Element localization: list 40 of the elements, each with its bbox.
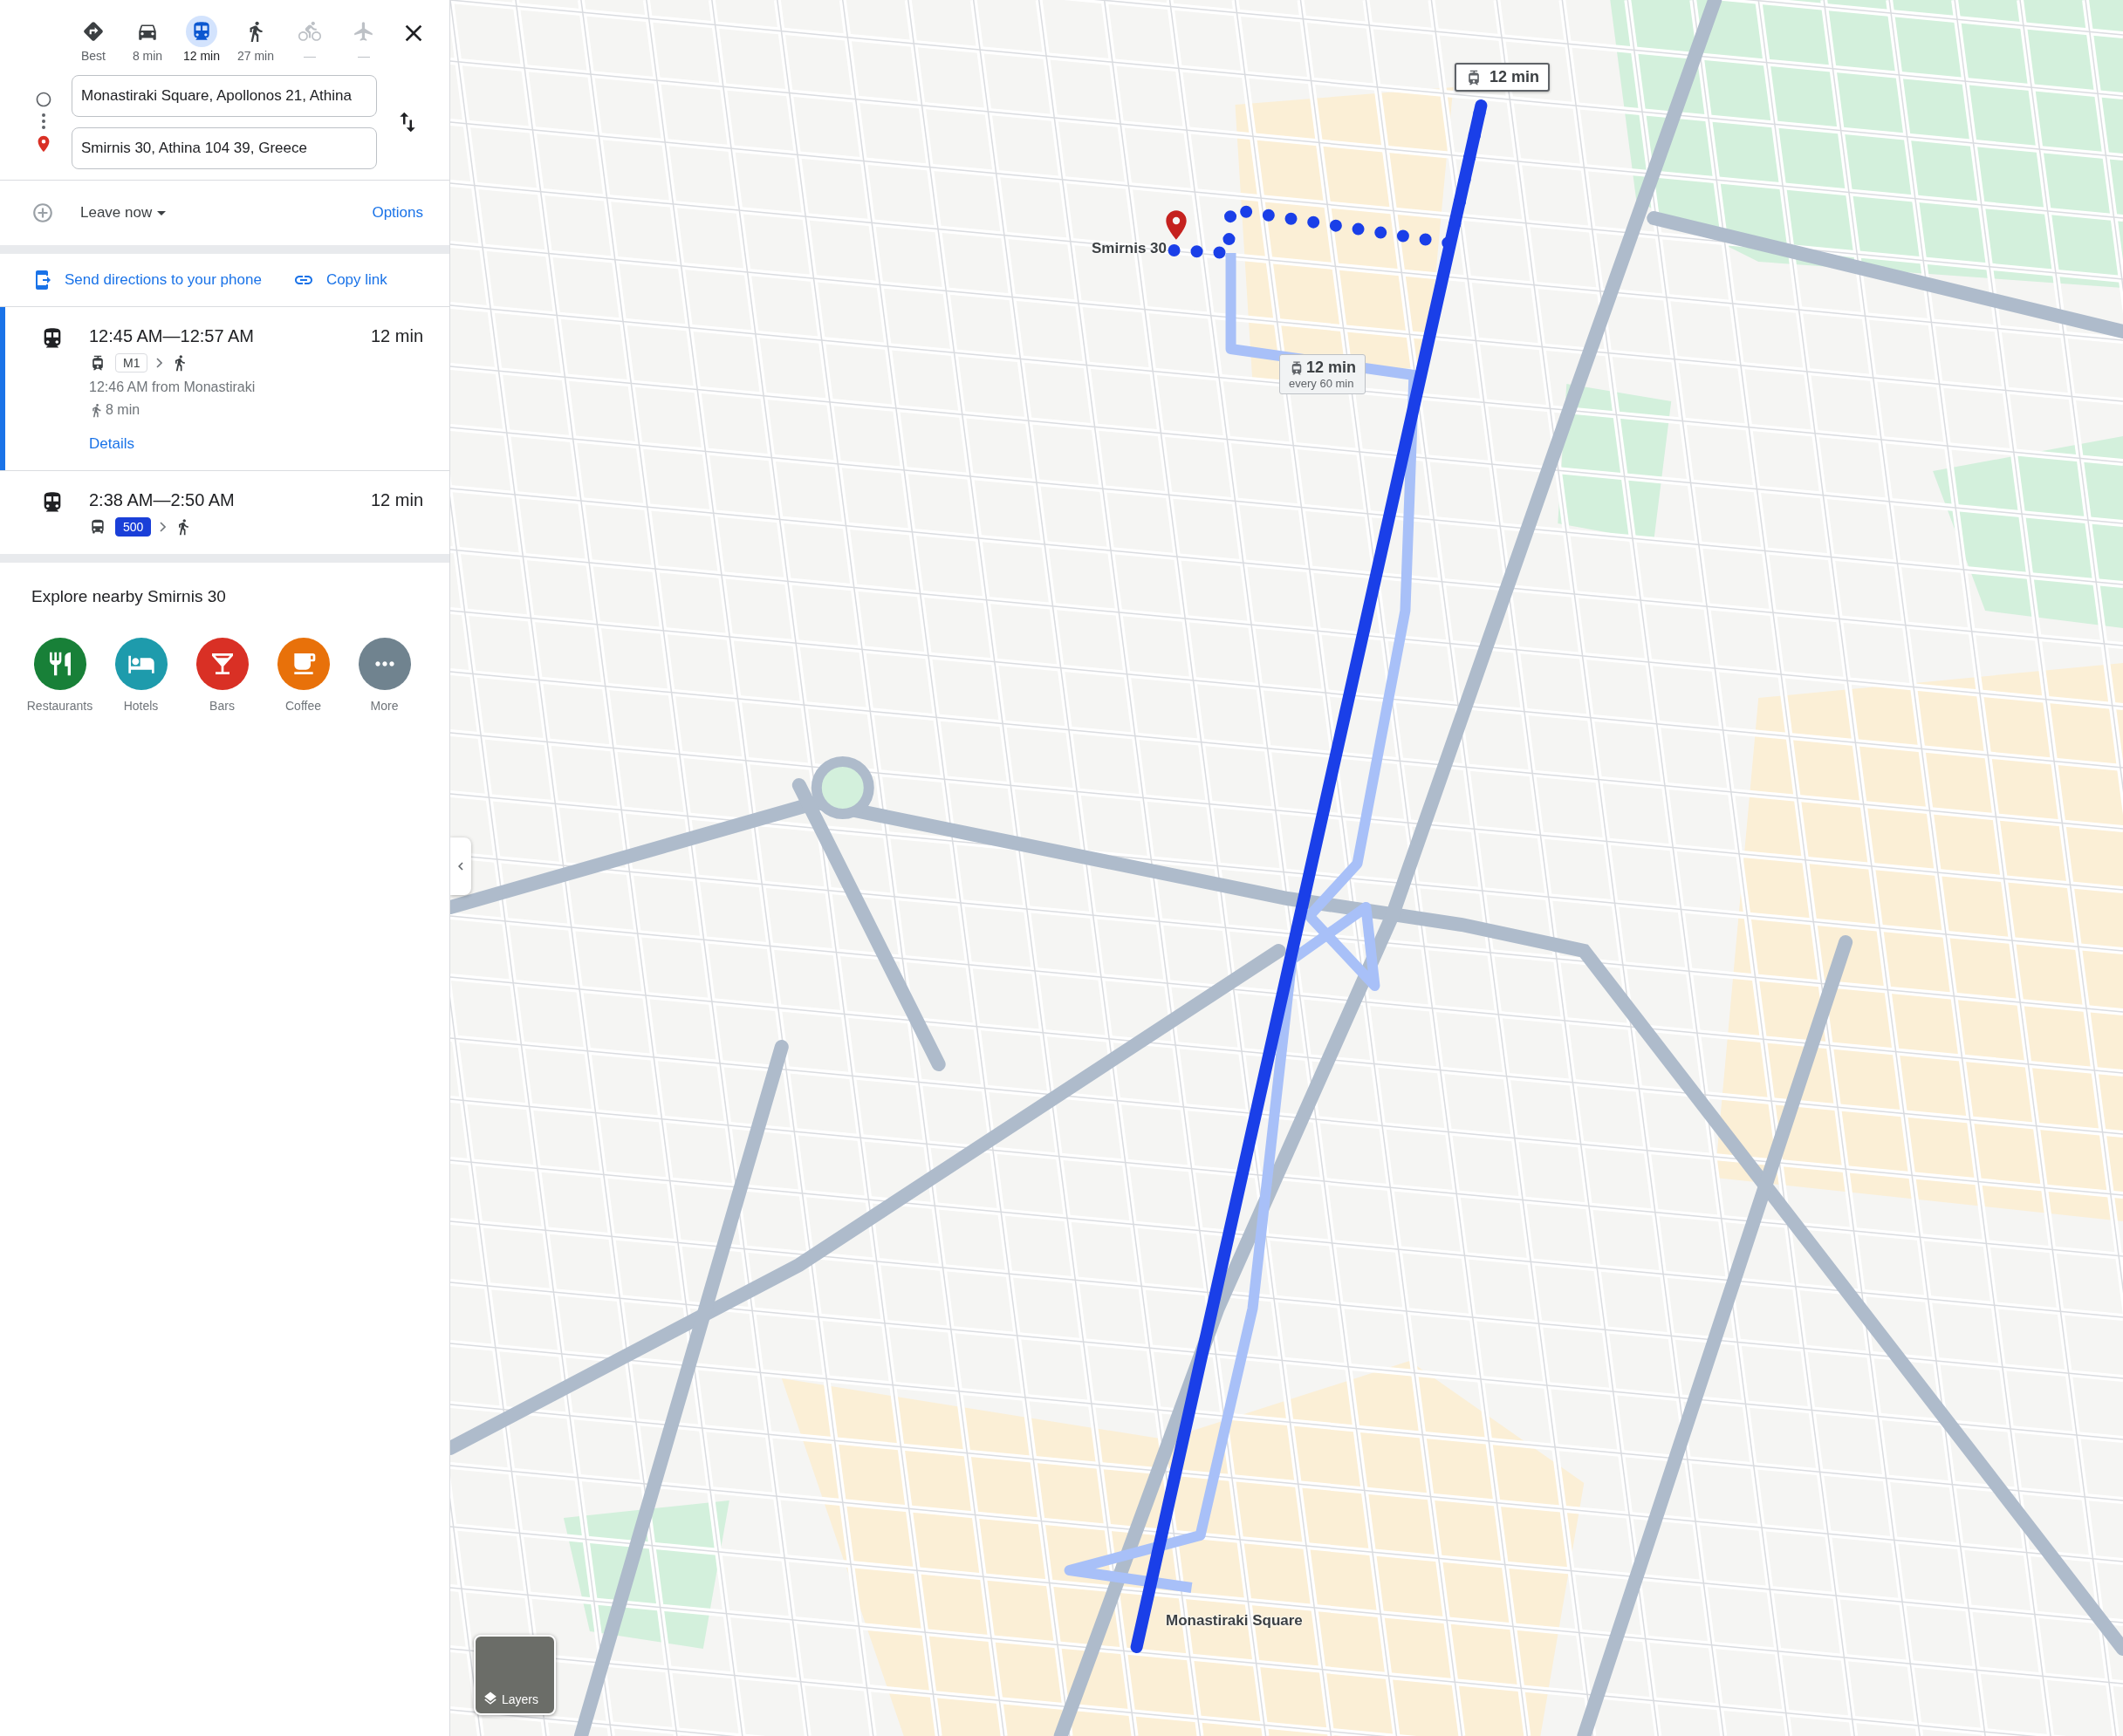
layers-button[interactable]: Layers: [474, 1635, 556, 1715]
origin-label: Monastiraki Square: [1166, 1612, 1303, 1630]
send-to-phone-link[interactable]: Send directions to your phone: [31, 270, 262, 290]
travel-mode-tab[interactable]: 27 min: [229, 16, 283, 63]
origin-field[interactable]: Monastiraki Square, Apollonos 21, Athina: [72, 75, 377, 117]
destination-field[interactable]: Smirnis 30, Athina 104 39, Greece: [72, 127, 377, 169]
leave-now-dropdown[interactable]: Leave now: [80, 204, 167, 222]
route-duration: 12 min: [370, 326, 423, 346]
line-badge: M1: [115, 353, 148, 372]
walk-duration: 8 min: [106, 402, 140, 418]
copy-link-button[interactable]: Copy link: [292, 270, 387, 290]
details-link[interactable]: Details: [89, 435, 134, 453]
layers-icon: [483, 1691, 498, 1706]
train-icon: [186, 16, 217, 47]
route-option[interactable]: 2:38 AM—2:50 AM 12 min 500: [0, 471, 449, 554]
callout-frequency: every 60 min: [1289, 377, 1354, 390]
category-button[interactable]: Bars: [185, 638, 259, 713]
destination-label: Smirnis 30: [1092, 240, 1167, 257]
route-duration-callout[interactable]: 12 min: [1455, 63, 1551, 92]
travel-mode-tab[interactable]: 12 min: [175, 16, 229, 63]
category-button[interactable]: Hotels: [104, 638, 178, 713]
category-button[interactable]: Restaurants: [23, 638, 97, 713]
chevron-right-icon: [160, 522, 167, 532]
route-time: 2:38 AM—2:50 AM: [89, 490, 235, 510]
explore-title: Explore nearby Smirnis 30: [31, 586, 227, 606]
alternate-route-callout[interactable]: 12 min every 60 min: [1279, 354, 1366, 394]
route-time: 12:45 AM—12:57 AM: [89, 326, 254, 346]
dots-icon: [42, 113, 45, 129]
bus-icon: [89, 518, 106, 536]
travel-mode-tab[interactable]: 8 min: [120, 16, 175, 63]
callout-duration: 12 min: [1306, 359, 1357, 377]
departure-text: 12:46 AM from Monastiraki: [89, 379, 257, 395]
line-badge: 500: [115, 517, 152, 537]
route-duration: 12 min: [370, 490, 423, 510]
dropdown-caret-icon: [157, 210, 167, 215]
chevron-right-icon: [156, 358, 163, 368]
category-button[interactable]: More: [347, 638, 421, 713]
travel-mode-tab[interactable]: Best: [66, 16, 120, 63]
options-link[interactable]: Options: [372, 204, 423, 222]
category-button[interactable]: Coffee: [266, 638, 340, 713]
